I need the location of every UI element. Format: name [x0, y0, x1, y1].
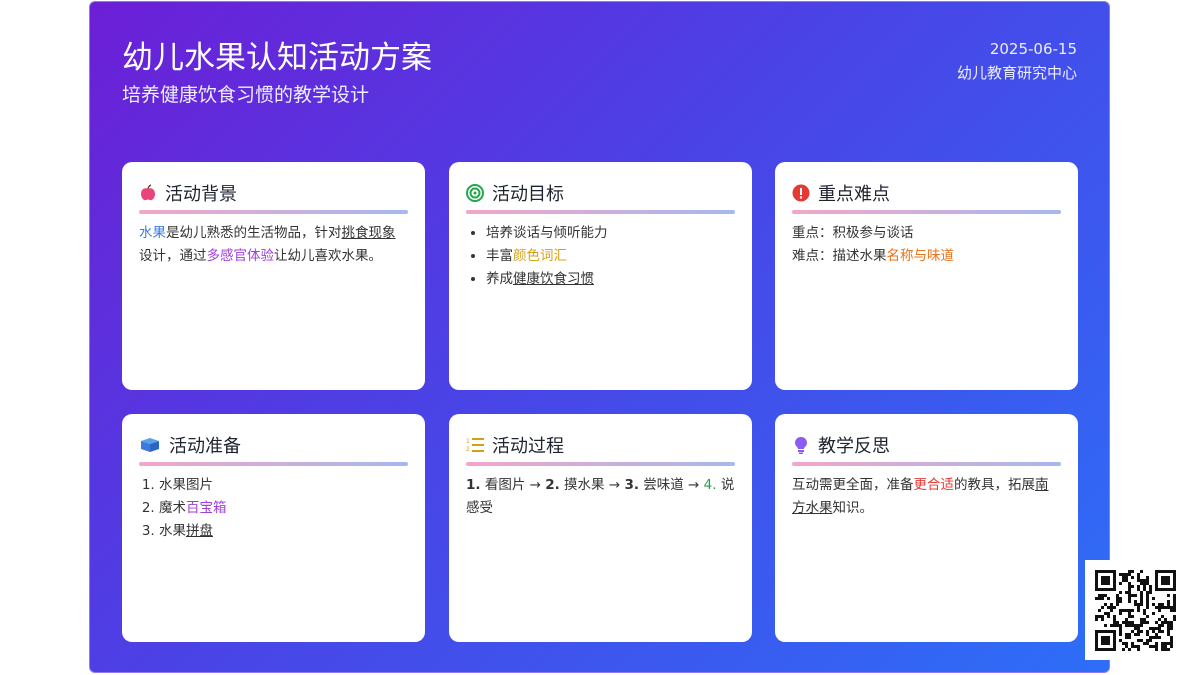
card-body: 水果图片 魔术百宝箱 水果拼盘: [139, 474, 408, 543]
body-text: 知识。: [832, 500, 874, 516]
step-text: 看图片 →: [480, 477, 546, 493]
body-text: 难点：描述水果: [792, 248, 887, 264]
date-label: 2025-06-15: [989, 40, 1077, 58]
highlight-text: 更合适: [913, 477, 955, 493]
list-item: 水果拼盘: [159, 520, 408, 543]
card-title: 重点难点: [818, 184, 890, 205]
page-subtitle: 培养健康饮食习惯的教学设计: [122, 84, 370, 106]
underlined-text: 拼盘: [186, 523, 213, 539]
highlight-text: 名称与味道: [886, 248, 955, 264]
card-title: 活动目标: [492, 184, 564, 205]
step-number: 4.: [703, 477, 717, 493]
lightbulb-icon: [792, 436, 810, 454]
card-body: 互动需更全面，准备更合适的教具，拓展南方水果知识。: [792, 474, 1061, 520]
svg-text:1: 1: [466, 438, 470, 445]
body-text: 是幼儿熟悉的生活物品，针对: [166, 225, 342, 241]
body-text: 培养谈话与倾听能力: [486, 225, 608, 241]
numbered-list-icon: 12: [466, 436, 484, 454]
card-divider: [139, 210, 408, 214]
step-text: 摸水果 →: [559, 477, 625, 493]
card-keypoints: 重点难点 重点：积极参与谈话 难点：描述水果名称与味道: [775, 162, 1078, 390]
body-text: 互动需更全面，准备: [792, 477, 914, 493]
card-divider: [139, 462, 408, 466]
body-text: 设计，通过: [139, 248, 207, 264]
body-text: 水果: [159, 523, 186, 539]
step-number: 3.: [624, 477, 639, 493]
card-divider: [466, 210, 735, 214]
body-text: 魔术: [159, 500, 186, 516]
underlined-text: 挑食现象: [341, 225, 396, 241]
exclamation-icon: [792, 184, 810, 202]
card-divider: [466, 462, 735, 466]
qr-code: [1085, 560, 1190, 660]
step-number: 1.: [466, 477, 481, 493]
slide: 幼儿水果认知活动方案 培养健康饮食习惯的教学设计 2025-06-15 幼儿教育…: [89, 1, 1110, 673]
card-process: 12 活动过程 1. 看图片 → 2. 摸水果 → 3. 尝味道 → 4. 说感…: [449, 414, 752, 642]
body-text: 养成: [486, 271, 513, 287]
card-title: 活动背景: [165, 184, 237, 205]
body-text: 丰富: [486, 248, 513, 264]
page-title: 幼儿水果认知活动方案: [122, 40, 432, 76]
card-body: 水果是幼儿熟悉的生活物品，针对挑食现象设计，通过多感官体验让幼儿喜欢水果。: [139, 222, 408, 268]
card-prep: 活动准备 水果图片 魔术百宝箱 水果拼盘: [122, 414, 425, 642]
apple-icon: [139, 184, 157, 202]
svg-text:2: 2: [466, 446, 470, 453]
highlight-text: 颜色词汇: [513, 248, 567, 264]
meta-info: 2025-06-15 幼儿教育研究中心: [957, 37, 1077, 85]
body-text: 水果图片: [159, 477, 213, 493]
card-divider: [792, 462, 1061, 466]
card-title: 活动过程: [492, 436, 564, 457]
body-text: 让幼儿喜欢水果。: [274, 248, 382, 264]
org-label: 幼儿教育研究中心: [956, 64, 1077, 82]
body-text: 重点：积极参与谈话: [792, 225, 914, 241]
list-item: 水果图片: [159, 474, 408, 497]
list-item: 养成健康饮食习惯: [486, 268, 735, 291]
card-divider: [792, 210, 1061, 214]
card-body: 1. 看图片 → 2. 摸水果 → 3. 尝味道 → 4. 说感受: [466, 474, 735, 520]
target-icon: [466, 184, 484, 202]
box-icon: [139, 436, 161, 454]
card-reflection: 教学反思 互动需更全面，准备更合适的教具，拓展南方水果知识。: [775, 414, 1078, 642]
highlight-text: 百宝箱: [186, 500, 227, 516]
card-title: 活动准备: [169, 436, 241, 457]
card-body: 重点：积极参与谈话 难点：描述水果名称与味道: [792, 222, 1061, 268]
step-text: 尝味道 →: [638, 477, 704, 493]
highlight-text: 多感官体验: [206, 248, 275, 264]
card-background: 活动背景 水果是幼儿熟悉的生活物品，针对挑食现象设计，通过多感官体验让幼儿喜欢水…: [122, 162, 425, 390]
card-goals: 活动目标 培养谈话与倾听能力 丰富颜色词汇 养成健康饮食习惯: [449, 162, 752, 390]
list-item: 培养谈话与倾听能力: [486, 222, 735, 245]
highlight-text: 水果: [139, 225, 166, 241]
underlined-text: 健康饮食习惯: [513, 271, 594, 287]
list-item: 丰富颜色词汇: [486, 245, 735, 268]
list-item: 魔术百宝箱: [159, 497, 408, 520]
body-text: 的教具，拓展: [954, 477, 1035, 493]
card-title: 教学反思: [818, 436, 890, 457]
step-number: 2.: [545, 477, 560, 493]
card-body: 培养谈话与倾听能力 丰富颜色词汇 养成健康饮食习惯: [466, 222, 735, 291]
